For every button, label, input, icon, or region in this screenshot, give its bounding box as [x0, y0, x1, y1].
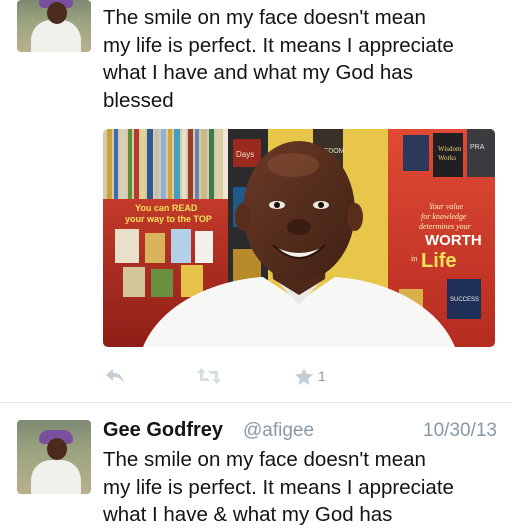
- avatar-figure-body: [31, 460, 81, 494]
- tweet-text: The smile on my face doesn't mean my lif…: [103, 448, 454, 526]
- avatar-figure-body: [31, 20, 81, 52]
- avatar[interactable]: [17, 0, 91, 52]
- tweet-text: The smile on my face doesn't mean my lif…: [103, 6, 454, 112]
- user-display-name[interactable]: Gee Godfrey: [103, 419, 223, 442]
- book-shelf-top: [103, 129, 223, 199]
- poster-left-books: [115, 229, 213, 297]
- tweet-date[interactable]: 10/30/13: [423, 420, 497, 442]
- tweet[interactable]: Gee Godfrey @afigee 10/30/13 The smile o…: [0, 402, 512, 526]
- retweet-icon: [197, 368, 221, 384]
- avatar-figure-head: [47, 2, 67, 24]
- photo-illustration: You can READ your way to the TOP Days WI…: [103, 129, 495, 347]
- reply-icon: [106, 369, 124, 383]
- svg-text:Works: Works: [438, 154, 456, 162]
- favorite-count: 1: [318, 368, 326, 384]
- svg-text:PRA: PRA: [470, 144, 485, 151]
- svg-text:SUCCESS: SUCCESS: [450, 297, 479, 303]
- poster-left-line1: You can READ: [135, 203, 198, 213]
- reply-button[interactable]: [104, 364, 126, 388]
- svg-text:Days: Days: [236, 150, 254, 159]
- tweet[interactable]: The smile on my face doesn't mean my lif…: [0, 0, 512, 402]
- svg-text:Life: Life: [421, 250, 457, 272]
- svg-text:WORTH: WORTH: [425, 232, 482, 249]
- svg-text:in: in: [411, 254, 417, 263]
- svg-text:determines your: determines your: [419, 222, 472, 231]
- user-handle[interactable]: @afigee: [243, 420, 314, 442]
- favorite-button[interactable]: 1: [294, 364, 326, 388]
- poster-left-line2: your way to the TOP: [125, 214, 212, 224]
- favorite-icon: [295, 367, 313, 385]
- avatar[interactable]: [17, 420, 91, 494]
- tweet-media-photo[interactable]: You can READ your way to the TOP Days WI…: [103, 129, 495, 347]
- avatar-figure-head: [47, 438, 67, 460]
- retweet-button[interactable]: [196, 364, 222, 388]
- svg-text:for knowledge: for knowledge: [421, 212, 467, 221]
- tweet-header: Gee Godfrey @afigee 10/30/13: [103, 419, 497, 445]
- svg-text:Wisdom: Wisdom: [438, 145, 462, 153]
- svg-text:Your value: Your value: [429, 202, 464, 211]
